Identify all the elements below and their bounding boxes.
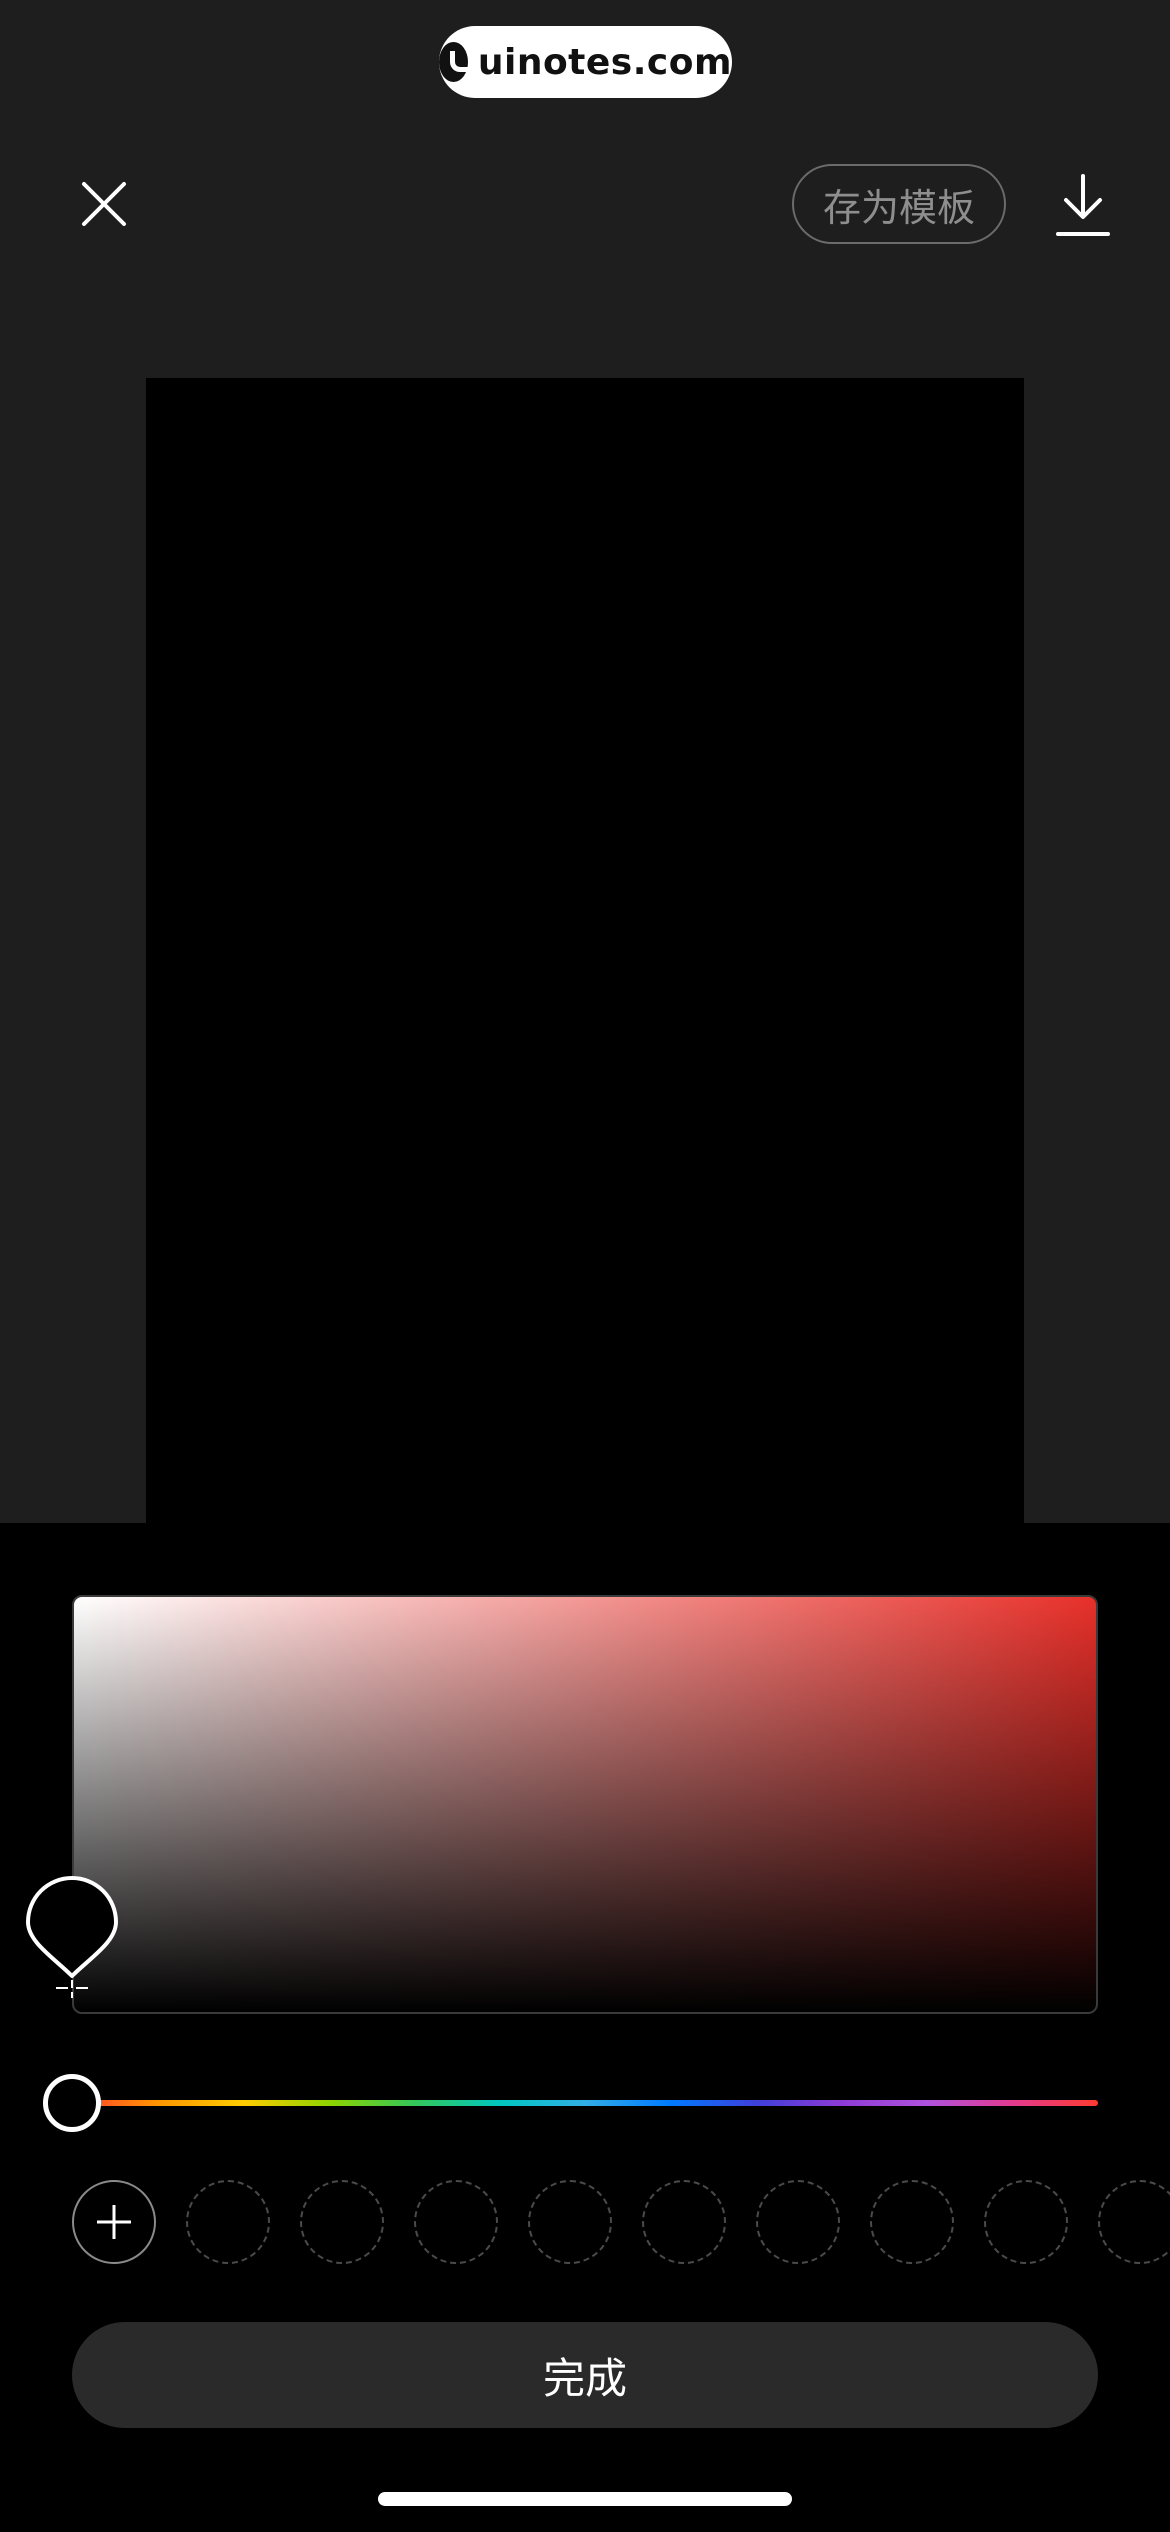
empty-swatch[interactable]: [300, 2180, 384, 2264]
home-indicator[interactable]: [378, 2492, 792, 2506]
close-button[interactable]: [70, 170, 138, 238]
empty-swatch[interactable]: [870, 2180, 954, 2264]
empty-swatch[interactable]: [642, 2180, 726, 2264]
done-button[interactable]: 完成: [72, 2322, 1098, 2428]
color-picker-marker[interactable]: [24, 1872, 120, 1998]
saturation-brightness-picker[interactable]: [72, 1595, 1098, 2014]
download-button[interactable]: [1050, 170, 1116, 242]
swatch-row: [72, 2180, 1170, 2266]
hue-slider-thumb[interactable]: [43, 2074, 101, 2132]
empty-swatch[interactable]: [528, 2180, 612, 2264]
empty-swatch[interactable]: [984, 2180, 1068, 2264]
close-icon: [82, 182, 126, 226]
save-template-button[interactable]: 存为模板: [792, 164, 1006, 244]
empty-swatch[interactable]: [186, 2180, 270, 2264]
empty-swatch[interactable]: [756, 2180, 840, 2264]
empty-swatch[interactable]: [1098, 2180, 1170, 2264]
uinotes-logo-icon: [439, 42, 478, 82]
add-swatch-button[interactable]: [72, 2180, 156, 2264]
watermark-text: uinotes.com: [477, 41, 732, 83]
watermark-badge: uinotes.com: [439, 26, 732, 98]
canvas-preview: [146, 378, 1024, 1523]
color-drop-marker-icon: [26, 1876, 118, 1998]
download-icon: [1056, 174, 1110, 236]
empty-swatch[interactable]: [414, 2180, 498, 2264]
hue-slider[interactable]: [72, 2100, 1098, 2106]
